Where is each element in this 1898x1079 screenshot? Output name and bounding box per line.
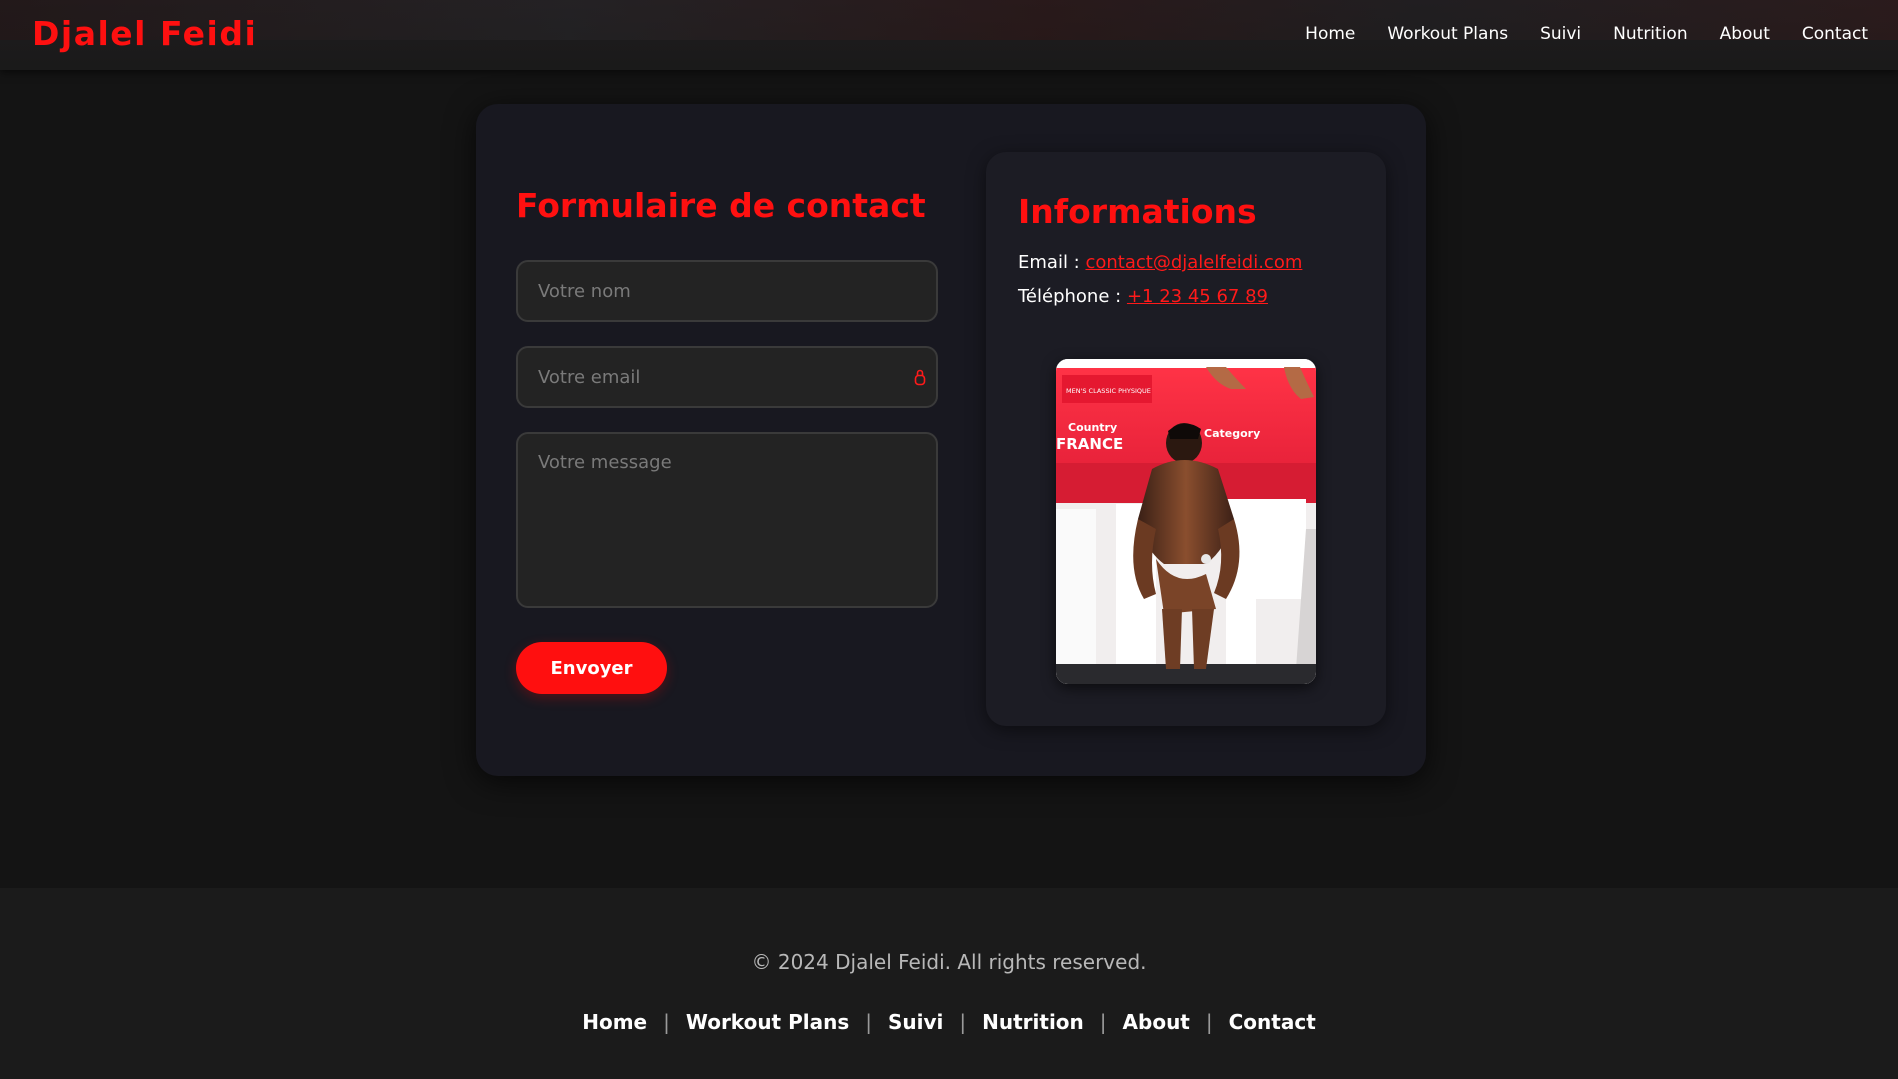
nav-suivi[interactable]: Suivi	[1540, 24, 1581, 44]
info-email-line: Email : contact@djalelfeidi.com	[1018, 252, 1302, 273]
footer-link-home[interactable]: Home	[582, 1010, 647, 1034]
autofill-key-icon[interactable]	[914, 368, 926, 386]
brand-logo[interactable]: Djalel Feidi	[32, 14, 257, 53]
nav-nutrition[interactable]: Nutrition	[1613, 24, 1687, 44]
footer-separator: |	[865, 1010, 872, 1034]
site-header: Djalel Feidi Home Workout Plans Suivi Nu…	[0, 0, 1898, 70]
footer-link-workout-plans[interactable]: Workout Plans	[686, 1010, 849, 1034]
footer-link-suivi[interactable]: Suivi	[888, 1010, 943, 1034]
athlete-photo: MEN'S CLASSIC PHYSIQUE Country FRANCE Ca…	[1056, 359, 1316, 684]
info-phone-line: Téléphone : +1 23 45 67 89	[1018, 286, 1268, 307]
send-button[interactable]: Envoyer	[516, 642, 667, 694]
email-label: Email :	[1018, 252, 1080, 273]
footer-separator: |	[1099, 1010, 1107, 1034]
phone-label: Téléphone :	[1018, 286, 1122, 307]
footer-link-nutrition[interactable]: Nutrition	[982, 1010, 1084, 1034]
photo-banner-text: MEN'S CLASSIC PHYSIQUE	[1066, 387, 1151, 395]
info-title: Informations	[1018, 192, 1257, 231]
nav-contact[interactable]: Contact	[1802, 24, 1868, 44]
name-field[interactable]	[516, 260, 938, 322]
copyright-text: © 2024 Djalel Feidi. All rights reserved…	[751, 950, 1147, 974]
phone-link[interactable]: +1 23 45 67 89	[1127, 286, 1268, 307]
nav-about[interactable]: About	[1720, 24, 1770, 44]
email-field[interactable]	[516, 346, 938, 408]
footer-separator: |	[959, 1010, 967, 1034]
photo-country-label: Country	[1068, 421, 1117, 434]
email-link[interactable]: contact@djalelfeidi.com	[1085, 252, 1302, 273]
photo-category-label: Category	[1204, 427, 1260, 440]
footer-separator: |	[1205, 1010, 1213, 1034]
footer-separator: |	[663, 1010, 670, 1034]
contact-card: Formulaire de contact Envoyer Informatio…	[476, 104, 1426, 776]
message-field[interactable]	[516, 432, 938, 608]
info-panel: Informations Email : contact@djalelfeidi…	[986, 152, 1386, 726]
footer-link-about[interactable]: About	[1123, 1010, 1190, 1034]
photo-country-value: FRANCE	[1056, 435, 1123, 453]
footer-link-contact[interactable]: Contact	[1229, 1010, 1316, 1034]
site-footer: © 2024 Djalel Feidi. All rights reserved…	[0, 888, 1898, 1079]
nav-home[interactable]: Home	[1305, 24, 1355, 44]
main-nav: Home Workout Plans Suivi Nutrition About…	[1305, 24, 1868, 44]
athlete-photo-illustration: MEN'S CLASSIC PHYSIQUE Country FRANCE Ca…	[1056, 359, 1316, 684]
form-title: Formulaire de contact	[516, 186, 926, 225]
footer-nav: Home | Workout Plans | Suivi | Nutrition…	[0, 1010, 1898, 1034]
nav-workout-plans[interactable]: Workout Plans	[1387, 24, 1508, 44]
